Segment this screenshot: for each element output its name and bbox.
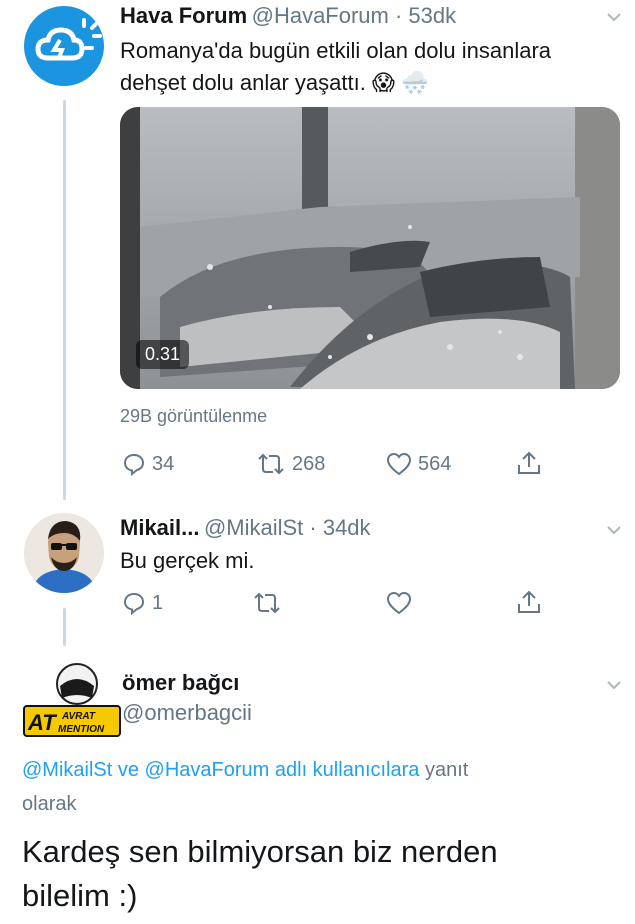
weather-logo-icon [35,18,102,61]
reply-to-suffix-line2: olarak [22,793,77,815]
author-name[interactable]: Hava Forum [120,3,247,28]
author-handle-time[interactable]: @HavaForum · 53dk [252,3,457,28]
video-thumbnail [120,107,620,389]
tweet-hava-forum[interactable]: Hava Forum @HavaForum · 53dk Romanya'da … [0,0,635,500]
svg-text:AT: AT [27,710,57,735]
scream-emoji-icon: 😱 [371,70,395,95]
reply-to-suffix: yanıt [424,759,469,781]
tweet-text: Kardeş sen bilmiyorsan biz nerden [22,834,498,869]
tweet-text: Romanya'da bugün etkili olan dolu insanl… [120,38,552,63]
avatar[interactable] [24,6,104,86]
like-count: 564 [418,452,452,475]
author-name[interactable]: Mikail... [120,515,199,540]
reply-icon [123,592,145,615]
avatar[interactable]: AT AVRAT MENTION [22,658,122,740]
reply-button[interactable]: 34 [122,452,174,476]
share-icon [518,590,540,613]
tweet-text: dehşet dolu anlar yaşattı. [120,70,366,95]
svg-text:AVRAT: AVRAT [61,711,96,722]
user-photo [24,513,104,593]
chevron-down-icon[interactable] [607,678,621,692]
reply-icon [123,453,145,476]
tweet-mikail[interactable]: Mikail... @MikailSt · 34dk Bu gerçek mi.… [0,505,635,625]
author-handle-time[interactable]: @MikailSt · 34dk [204,515,371,540]
like-button[interactable]: 564 [386,452,451,476]
retweet-count: 268 [292,452,326,475]
tweet-omer[interactable]: AT AVRAT MENTION ömer bağcı @omerbagcii … [0,650,635,924]
snow-cloud-emoji-icon: 🌨️ [401,70,429,95]
video-player[interactable]: 0.31 [120,107,620,389]
avatar[interactable] [24,513,104,593]
share-button[interactable] [516,450,542,476]
author-name[interactable]: ömer bağcı [122,670,239,696]
chevron-down-icon[interactable] [607,10,621,24]
share-button[interactable] [516,589,542,615]
avatar-logo: AT AVRAT MENTION [23,663,121,737]
heart-icon [386,591,412,615]
retweet-button[interactable]: 268 [256,452,325,476]
share-icon [518,451,540,474]
svg-text:MENTION: MENTION [58,724,105,735]
chevron-down-icon[interactable] [607,523,621,537]
retweet-button[interactable] [252,591,282,615]
tweet-text: Bu gerçek mi. [120,548,255,573]
video-duration-badge: 0.31 [136,340,190,369]
reply-count: 1 [152,591,164,614]
like-button[interactable] [386,591,412,615]
view-count: 29B görüntülenme [120,406,268,426]
reply-to-mentions[interactable]: @MikailSt ve @HavaForum adlı kullanıcıla… [22,759,419,781]
retweet-icon [254,592,280,614]
tweet-text: bilelim :) [22,878,138,913]
reply-count: 34 [152,452,175,475]
heart-icon [386,452,412,476]
retweet-icon [258,453,284,475]
author-handle[interactable]: @omerbagcii [122,700,252,726]
reply-button[interactable]: 1 [122,591,163,615]
